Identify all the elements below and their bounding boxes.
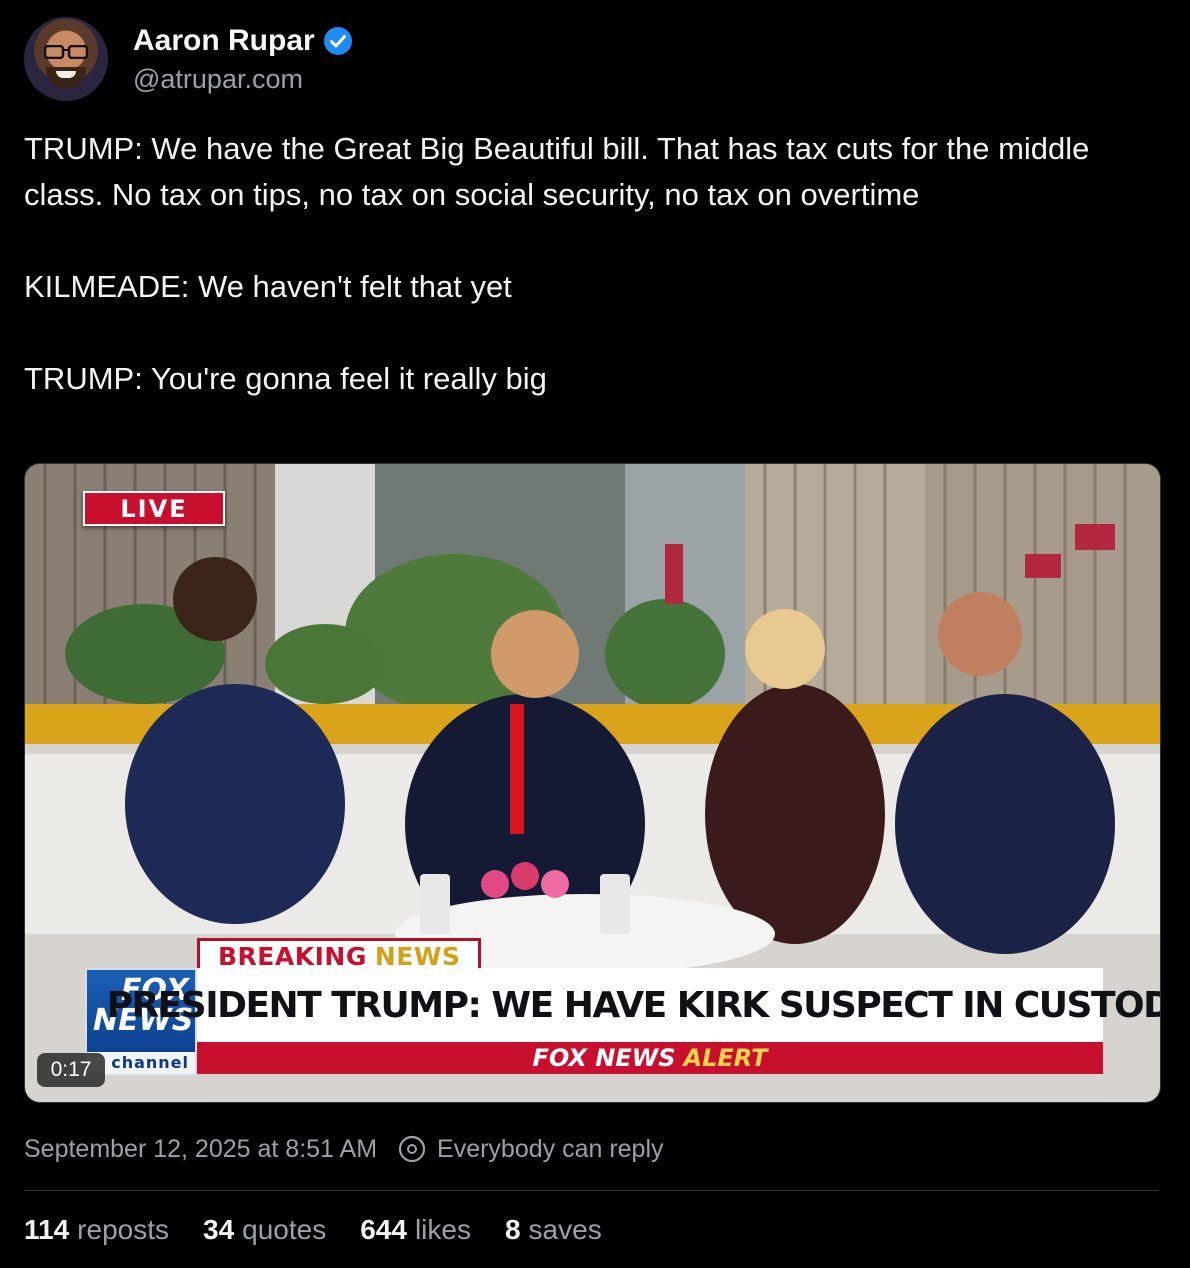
post-paragraph: TRUMP: You're gonna feel it really big xyxy=(24,361,547,396)
stat-label: saves xyxy=(528,1214,602,1245)
video-player[interactable]: LIVE BREAKING NEWS FOX NEWS channel PRES… xyxy=(24,463,1161,1103)
breaking-word: BREAKING xyxy=(218,941,367,971)
fox-news-alert-bar: FOX NEWS ALERT xyxy=(197,1042,1103,1074)
stat-saves[interactable]: 8 saves xyxy=(505,1214,602,1246)
post-meta: September 12, 2025 at 8:51 AM Everybody … xyxy=(24,1134,664,1164)
author-handle[interactable]: @atrupar.com xyxy=(133,64,303,95)
alert-word: ALERT xyxy=(683,1044,768,1072)
post-paragraph: TRUMP: We have the Great Big Beautiful b… xyxy=(24,131,1090,212)
avatar-glasses xyxy=(44,45,88,59)
post-text: TRUMP: We have the Great Big Beautiful b… xyxy=(24,126,1164,402)
post-date[interactable]: September 12, 2025 at 8:51 AM xyxy=(24,1135,377,1164)
stat-label: likes xyxy=(414,1214,471,1245)
stat-quotes[interactable]: 34 quotes xyxy=(203,1214,326,1246)
avatar[interactable] xyxy=(24,17,108,101)
live-badge: LIVE xyxy=(83,491,225,526)
stat-label: reposts xyxy=(77,1214,169,1245)
reply-setting[interactable]: Everybody can reply xyxy=(437,1135,664,1164)
stat-count: 114 xyxy=(24,1214,70,1245)
stat-label: quotes xyxy=(242,1214,327,1245)
stat-count: 34 xyxy=(203,1214,235,1245)
chyron-headline: PRESIDENT TRUMP: WE HAVE KIRK SUSPECT IN… xyxy=(107,968,1160,1042)
stat-likes[interactable]: 644 likes xyxy=(360,1214,471,1246)
alert-brand: FOX NEWS xyxy=(532,1044,676,1072)
news-word: NEWS xyxy=(374,941,461,971)
post-paragraph: KILMEADE: We haven't felt that yet xyxy=(24,269,512,304)
stat-count: 644 xyxy=(360,1214,407,1245)
divider xyxy=(24,1190,1159,1191)
engagement-stats: 114 reposts 34 quotes 644 likes 8 saves xyxy=(24,1214,602,1246)
stat-reposts[interactable]: 114 reposts xyxy=(24,1214,169,1246)
verified-badge-icon xyxy=(323,27,352,55)
author-name[interactable]: Aaron Rupar xyxy=(133,24,315,58)
post: Aaron Rupar @atrupar.com TRUMP: We have … xyxy=(0,0,1190,1268)
video-duration-badge: 0:17 xyxy=(37,1053,105,1087)
reply-scope-icon xyxy=(398,1135,426,1163)
stat-count: 8 xyxy=(504,1214,521,1245)
author-name-row: Aaron Rupar xyxy=(133,24,353,58)
